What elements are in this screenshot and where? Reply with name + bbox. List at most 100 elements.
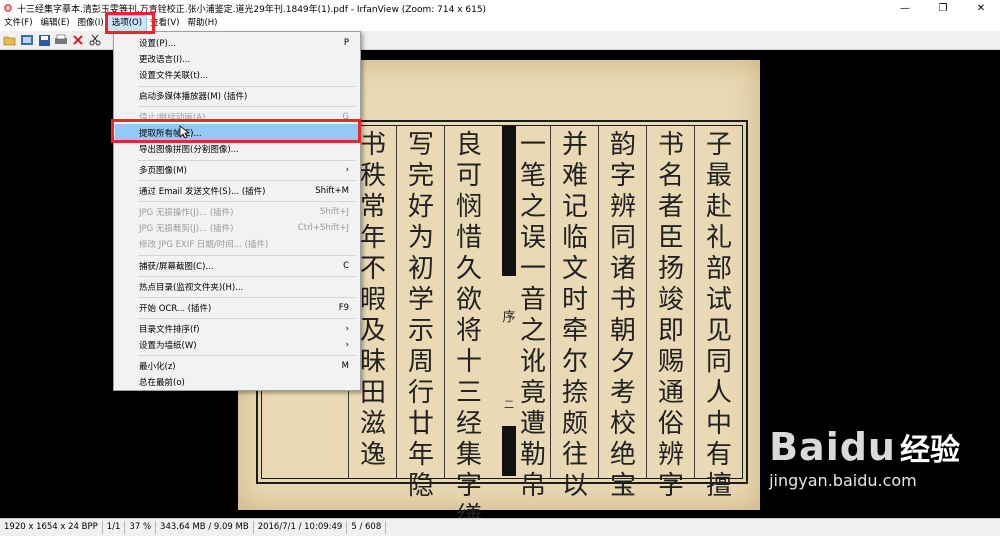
menu-item-file-associations[interactable]: 设置文件关联(t)... [115, 66, 359, 83]
menu-item-jpg-lossless-crop[interactable]: JPG 无损裁剪(J)... (插件) Ctrl+Shift+J [115, 219, 359, 236]
column-character: 秩 [359, 161, 386, 191]
watermark-jingyan: 经验 [900, 433, 960, 468]
slideshow-icon[interactable] [19, 32, 35, 48]
column-character: 尔 [561, 347, 588, 377]
column-character: 通 [657, 378, 684, 408]
restore-button[interactable]: ❐ [924, 0, 962, 16]
column-character: 之 [519, 192, 546, 222]
column-character: 年 [359, 223, 386, 253]
menu-item-jpg-lossless-ops[interactable]: JPG 无损操作(J)... (插件) Shift+J [115, 203, 359, 220]
column-character: 可 [455, 161, 482, 191]
column-character: 经 [455, 409, 482, 439]
close-button[interactable]: ✕ [962, 0, 1000, 16]
menu-item-start-ocr[interactable]: 开始 OCR... (插件) F9 [115, 299, 359, 316]
status-datetime: 2016/7/1 / 10:09:49 [254, 521, 348, 534]
column-character: 音 [519, 285, 546, 315]
column-character: 误 [519, 223, 546, 253]
column-character: 擅 [705, 471, 732, 501]
column-character: 竣 [657, 285, 684, 315]
menu-item-minimize[interactable]: 最小化(z) M [115, 357, 359, 374]
column-character: 捺 [561, 378, 588, 408]
column-character: 昧 [359, 347, 386, 377]
column-character: 好 [407, 192, 434, 222]
cut-icon[interactable] [87, 32, 103, 48]
column-character: 往 [561, 440, 588, 470]
status-image-info: 1920 x 1654 x 24 BPP [0, 521, 103, 534]
annotation-highlight-options-menu [105, 12, 155, 34]
menu-item-exif-datetime[interactable]: 修改 JPG EXIF 日期/时间... (插件) [115, 235, 359, 252]
column-character: 颇 [561, 409, 588, 439]
column-character: 考 [609, 378, 636, 408]
status-page-count: 1/1 [103, 521, 126, 534]
column-character: 隐 [407, 471, 434, 501]
column-character: 中 [705, 409, 732, 439]
column-character: 之 [519, 316, 546, 346]
column-character: 勒 [519, 440, 546, 470]
status-bar: 1920 x 1654 x 24 BPP 1/1 37 % 343.64 MB … [0, 518, 1000, 536]
text-column: 并难记临文时牵尔捺颇往以 [556, 130, 594, 502]
watermark-du: du [839, 425, 896, 469]
center-fishtail: 序 二 [502, 126, 516, 476]
column-character: 以 [561, 471, 588, 501]
window-title: 十三经集字摹本.清彭玉雯等刊.万青铨校正.张小浦鉴定.道光29年刊.1849年(… [17, 4, 487, 15]
menu-item-screen-capture[interactable]: 捕获/屏幕截图(C)... C [115, 257, 359, 274]
menu-item-media-player[interactable]: 启动多媒体播放器(M) (插件) [115, 87, 359, 104]
column-character: 难 [561, 161, 588, 191]
status-memory: 343.64 MB / 9.09 MB [156, 521, 254, 534]
column-character: 名 [657, 161, 684, 191]
menu-item-hotfolder[interactable]: 热点目录(监视文件夹)(H)... [115, 278, 359, 295]
column-character: 诸 [609, 254, 636, 284]
column-character: 及 [359, 316, 386, 346]
column-character: 字 [609, 161, 636, 191]
column-character: 最 [705, 161, 732, 191]
print-icon[interactable] [53, 32, 69, 48]
column-character: 书 [359, 130, 386, 160]
chevron-right-icon: › [345, 323, 349, 334]
menu-item-set-wallpaper[interactable]: 设置为墙纸(W) › [115, 336, 359, 353]
column-character: 一 [519, 130, 546, 160]
menu-item-settings[interactable]: 设置(P)... P [115, 34, 359, 51]
watermark-logo: Bai [769, 425, 840, 469]
menu-item-always-on-top[interactable]: 总在最前(o) [115, 373, 359, 390]
column-character: 文 [561, 254, 588, 284]
mouse-cursor-icon [179, 125, 189, 139]
column-character: 人 [705, 378, 732, 408]
save-icon[interactable] [36, 32, 52, 48]
menu-item-multipage-images[interactable]: 多页图像(M) › [115, 161, 359, 178]
chevron-right-icon: › [345, 339, 349, 350]
column-character: 礼 [705, 223, 732, 253]
column-character: 韵 [609, 130, 636, 160]
menu-item-sort-files[interactable]: 目录文件排序(f) › [115, 320, 359, 337]
menu-item-change-language[interactable]: 更改语言(I)... [115, 50, 359, 67]
column-character: 俗 [657, 409, 684, 439]
text-column: 一笔之误一音之讹竟遭勒帛 [514, 130, 552, 502]
window-controls: — ❐ ✕ [886, 0, 1000, 16]
column-character: 试 [705, 285, 732, 315]
status-zoom: 37 % [125, 521, 157, 534]
irfanview-app-icon [4, 4, 12, 12]
annotation-highlight-extract-frames [111, 119, 361, 143]
column-character: 惜 [455, 223, 482, 253]
column-character: 赴 [705, 192, 732, 222]
column-character: 写 [407, 130, 434, 160]
column-character: 夕 [609, 347, 636, 377]
menu-item-send-email[interactable]: 通过 Email 发送文件(S)... (插件) Shift+M [115, 182, 359, 199]
delete-icon[interactable] [70, 32, 86, 48]
minimize-button[interactable]: — [886, 0, 924, 16]
text-column: 写完好为初学示周行廿年隐 [402, 130, 440, 502]
menu-edit[interactable]: 编辑(E) [37, 16, 74, 31]
column-character: 帛 [519, 471, 546, 501]
column-character: 书 [609, 285, 636, 315]
column-character: 见 [705, 316, 732, 346]
menu-image[interactable]: 图像(I) [74, 16, 108, 31]
column-character: 滋 [359, 409, 386, 439]
column-character: 将 [455, 316, 482, 346]
column-character: 绝 [609, 440, 636, 470]
column-character: 朝 [609, 316, 636, 346]
column-character: 逸 [359, 440, 386, 470]
column-character: 临 [561, 223, 588, 253]
open-folder-icon[interactable] [2, 32, 18, 48]
menu-file[interactable]: 文件(F) [0, 16, 37, 31]
column-character: 子 [705, 130, 732, 160]
menu-help[interactable]: 帮助(H) [183, 16, 221, 31]
